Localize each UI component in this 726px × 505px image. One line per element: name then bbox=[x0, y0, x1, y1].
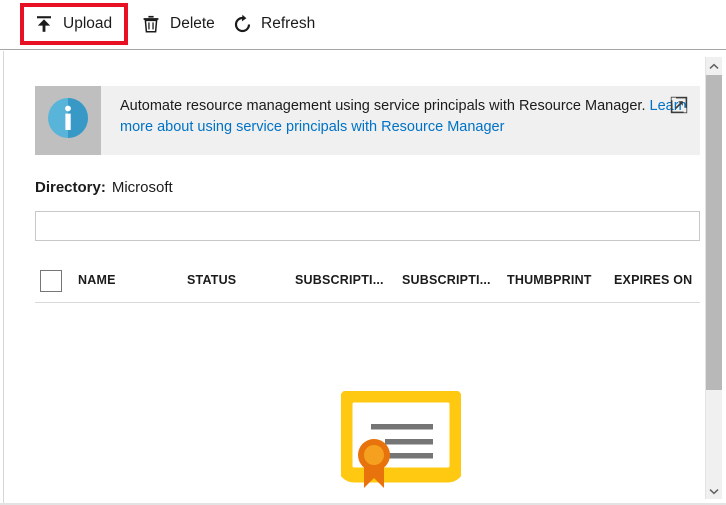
panel-left-border bbox=[3, 51, 4, 503]
column-header-name[interactable]: NAME bbox=[78, 273, 116, 287]
refresh-label: Refresh bbox=[261, 16, 315, 32]
chevron-up-icon bbox=[709, 57, 719, 75]
column-header-status[interactable]: STATUS bbox=[187, 273, 236, 287]
certificates-panel: Upload Delete Refresh bbox=[0, 0, 726, 505]
column-header-expires-on[interactable]: EXPIRES ON bbox=[614, 273, 692, 287]
directory-value: Microsoft bbox=[112, 179, 173, 196]
column-header-subscription-name[interactable]: SUBSCRIPTI... bbox=[295, 273, 384, 287]
scrollbar-up-button[interactable] bbox=[706, 57, 722, 74]
delete-label: Delete bbox=[170, 16, 215, 32]
trash-icon bbox=[140, 13, 162, 35]
column-header-thumbprint[interactable]: THUMBPRINT bbox=[507, 273, 592, 287]
certificates-table-header: NAME STATUS SUBSCRIPTI... SUBSCRIPTI... … bbox=[35, 266, 700, 302]
vertical-scrollbar[interactable] bbox=[705, 57, 722, 499]
delete-button[interactable]: Delete bbox=[140, 9, 215, 39]
upload-label: Upload bbox=[63, 16, 112, 32]
select-all-checkbox[interactable] bbox=[40, 270, 62, 292]
scrollbar-down-button[interactable] bbox=[706, 482, 722, 499]
command-toolbar: Upload Delete Refresh bbox=[0, 0, 726, 50]
refresh-button[interactable]: Refresh bbox=[231, 9, 315, 39]
filter-input[interactable] bbox=[35, 211, 700, 241]
info-banner-text: Automate resource management using servi… bbox=[101, 86, 700, 155]
scrollbar-thumb[interactable] bbox=[706, 75, 722, 390]
table-header-divider bbox=[35, 302, 700, 303]
directory-label: Directory: bbox=[35, 179, 106, 196]
info-banner: Automate resource management using servi… bbox=[35, 86, 700, 155]
upload-icon bbox=[33, 13, 55, 35]
info-icon-container bbox=[35, 86, 101, 155]
chevron-down-icon bbox=[709, 482, 719, 500]
column-header-subscription-id[interactable]: SUBSCRIPTI... bbox=[402, 273, 491, 287]
directory-row: Directory: Microsoft bbox=[35, 179, 173, 196]
certificate-icon bbox=[341, 391, 461, 491]
external-link-icon[interactable] bbox=[670, 96, 688, 114]
upload-button[interactable]: Upload bbox=[33, 9, 112, 39]
info-banner-message: Automate resource management using servi… bbox=[120, 98, 650, 114]
refresh-icon bbox=[231, 13, 253, 35]
info-icon bbox=[45, 95, 91, 146]
